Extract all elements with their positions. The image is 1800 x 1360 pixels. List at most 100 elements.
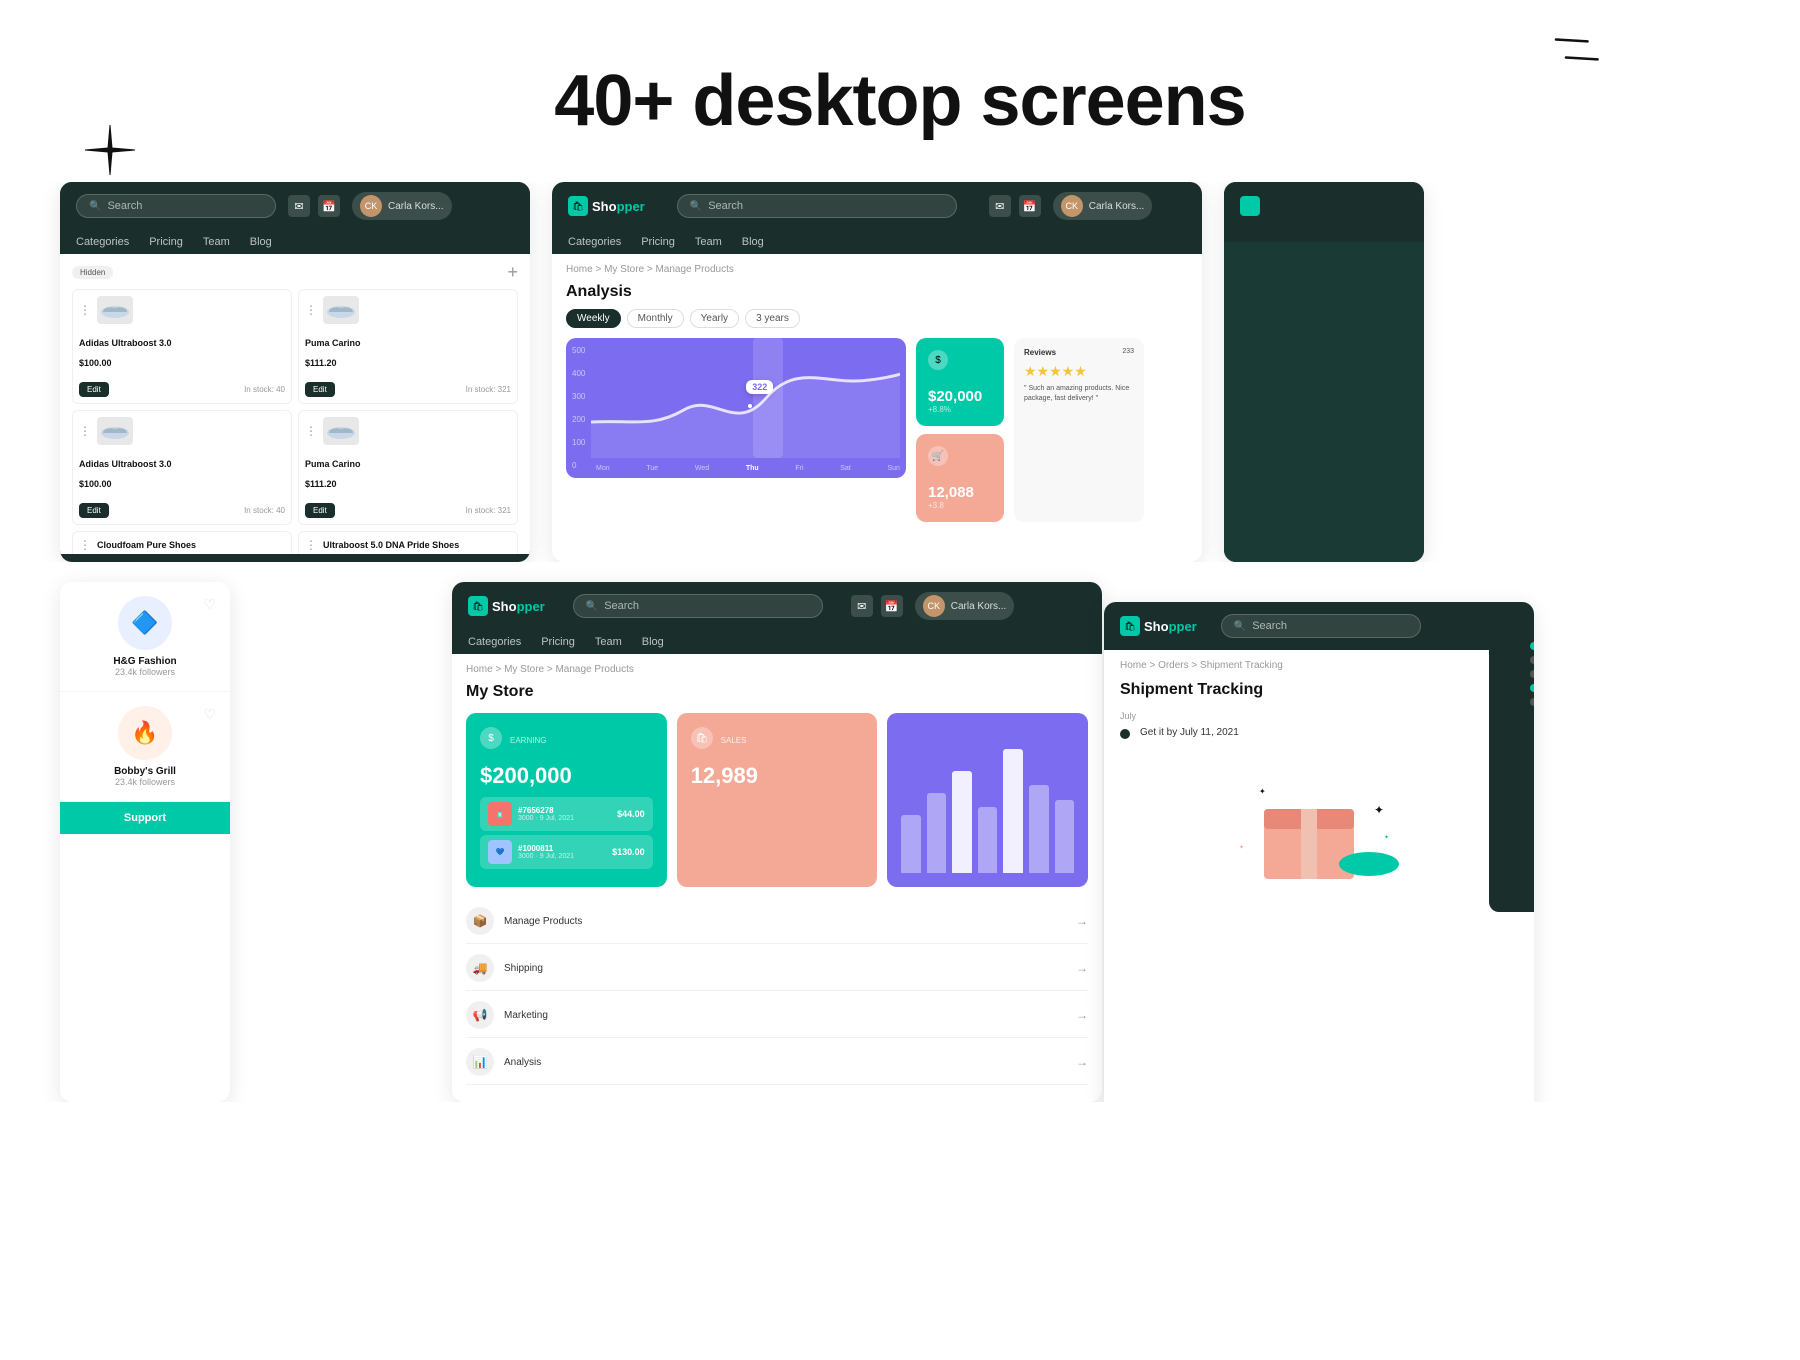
store-link-shipping[interactable]: 🚚 Shipping → xyxy=(466,946,1088,991)
earning-card: $ EARNING $200,000 🧴 #7656278 3000 · 9 J… xyxy=(466,713,667,887)
nav-categories-m[interactable]: Categories xyxy=(568,236,621,248)
product-top-actions: Hidden + xyxy=(72,262,518,283)
dot-menu-1[interactable]: ⋮ xyxy=(79,303,91,317)
day-sat: Sat xyxy=(840,465,851,472)
tab-monthly[interactable]: Monthly xyxy=(627,309,684,328)
nav-blog-m[interactable]: Blog xyxy=(742,236,764,248)
review-card: Reviews 233 ★★★★★ " Such an amazing prod… xyxy=(1014,338,1144,522)
shipment-content: Home > Orders > Shipment Tracking Shipme… xyxy=(1104,650,1534,909)
top-screens-container: 🔍 Search ✉ 📅 CK Carla Kors... Categories… xyxy=(0,182,1800,562)
social-name-hg: H&G Fashion xyxy=(113,656,176,667)
dot-menu-2[interactable]: ⋮ xyxy=(305,303,317,317)
chart-area: 500 400 300 200 100 0 322 xyxy=(566,338,906,478)
nav-blog[interactable]: Blog xyxy=(250,236,272,248)
product-name-6: Ultraboost 5.0 DNA Pride Shoes xyxy=(323,540,459,550)
store-link-analysis[interactable]: 📊 Analysis → xyxy=(466,1040,1088,1085)
nav-icons-middle: ✉ 📅 xyxy=(989,195,1041,217)
dm-dot-2 xyxy=(1530,656,1534,664)
tab-yearly[interactable]: Yearly xyxy=(690,309,739,328)
sales-value: 12,989 xyxy=(691,763,864,789)
support-button[interactable]: Support xyxy=(60,802,230,834)
edit-btn-3[interactable]: Edit xyxy=(79,503,109,518)
order-item-2: 💙 #1000811 3000 · 9 Jul, 2021 $130.00 xyxy=(480,835,653,869)
review-stars: ★★★★★ xyxy=(1024,363,1134,380)
order-info-2: #1000811 3000 · 9 Jul, 2021 xyxy=(518,844,606,860)
edit-btn-1[interactable]: Edit xyxy=(79,382,109,397)
product-item-4: ⋮ Puma Carino $111.20 Edit In stock: 321 xyxy=(298,410,518,525)
nav-team-ms[interactable]: Team xyxy=(595,636,622,648)
nav-team[interactable]: Team xyxy=(203,236,230,248)
search-icon-middle: 🔍 xyxy=(690,201,702,212)
tab-weekly[interactable]: Weekly xyxy=(566,309,621,328)
dm-dot-5 xyxy=(1530,698,1534,706)
product-img-1 xyxy=(97,296,133,324)
heart-icon-1[interactable]: ♡ xyxy=(203,596,216,613)
heart-icon-2[interactable]: ♡ xyxy=(203,706,216,723)
link-icon-shipping: 🚚 xyxy=(466,954,494,982)
store-link-products[interactable]: 📦 Manage Products → xyxy=(466,899,1088,944)
earning-label: EARNING xyxy=(510,736,546,745)
nav-pricing-ms[interactable]: Pricing xyxy=(541,636,575,648)
logo-text-mystore: Shopper xyxy=(492,599,545,614)
link-label-analysis: Analysis xyxy=(504,1057,1066,1068)
search-box-shipment[interactable]: 🔍 Search xyxy=(1221,614,1421,638)
user-avatar-middle[interactable]: CK Carla Kors... xyxy=(1053,192,1153,220)
edit-btn-4[interactable]: Edit xyxy=(305,503,335,518)
store-cards-row: $ EARNING $200,000 🧴 #7656278 3000 · 9 J… xyxy=(466,713,1088,887)
add-product-btn[interactable]: + xyxy=(507,262,518,283)
bar-2 xyxy=(927,793,947,873)
earning-icon: $ xyxy=(480,727,502,749)
social-name-bobby: Bobby's Grill xyxy=(114,766,176,777)
nav-team-m[interactable]: Team xyxy=(695,236,722,248)
day-sun: Sun xyxy=(887,465,899,472)
social-item-bobby: ♡ 🔥 Bobby's Grill 23.4k followers xyxy=(60,692,230,802)
user-avatar-left[interactable]: CK Carla Kors... xyxy=(352,192,452,220)
store-link-marketing[interactable]: 📢 Marketing → xyxy=(466,993,1088,1038)
chart-svg xyxy=(591,338,900,458)
search-icon-mystore: 🔍 xyxy=(586,601,598,612)
nav-pricing-m[interactable]: Pricing xyxy=(641,236,675,248)
logo-shipment: 🛍 Shopper xyxy=(1120,616,1197,636)
dot-menu-5[interactable]: ⋮ xyxy=(79,538,91,552)
avatar-name-m: Carla Kors... xyxy=(1089,201,1145,212)
mail-icon[interactable]: ✉ xyxy=(288,195,310,217)
hidden-badge[interactable]: Hidden xyxy=(72,266,113,279)
nav-categories-ms[interactable]: Categories xyxy=(468,636,521,648)
nav-links-right xyxy=(1224,230,1424,242)
link-icon-analysis: 📊 xyxy=(466,1048,494,1076)
nav-categories[interactable]: Categories xyxy=(76,236,129,248)
mail-icon-m[interactable]: ✉ xyxy=(989,195,1011,217)
search-box-middle[interactable]: 🔍 Search xyxy=(677,194,957,218)
search-box-mystore[interactable]: 🔍 Search xyxy=(573,594,823,618)
mail-icon-ms[interactable]: ✉ xyxy=(851,595,873,617)
user-avatar-mystore[interactable]: CK Carla Kors... xyxy=(915,592,1015,620)
nav-bar-right xyxy=(1224,182,1424,230)
calendar-icon[interactable]: 📅 xyxy=(318,195,340,217)
bar-1 xyxy=(901,815,921,873)
product-img-3 xyxy=(97,417,133,445)
product-img-2 xyxy=(323,296,359,324)
nav-pricing[interactable]: Pricing xyxy=(149,236,183,248)
tab-3years[interactable]: 3 years xyxy=(745,309,800,328)
nav-bar-left: 🔍 Search ✉ 📅 CK Carla Kors... xyxy=(60,182,530,230)
product-name-4: Puma Carino xyxy=(305,459,361,469)
social-item-hg: ♡ 🔷 H&G Fashion 23.4k followers xyxy=(60,582,230,692)
dot-menu-3[interactable]: ⋮ xyxy=(79,424,91,438)
shipment-illustration: ✦ ✦ ✦ ✦ xyxy=(1120,759,1518,899)
order-info-1: #7656278 3000 · 9 Jul, 2021 xyxy=(518,806,611,822)
nav-links-left: Categories Pricing Team Blog xyxy=(60,230,530,254)
edit-btn-2[interactable]: Edit xyxy=(305,382,335,397)
search-box-left[interactable]: 🔍 Search xyxy=(76,194,276,218)
product-item-2: ⋮ Puma Carino $111.20 Edit In stock: 321 xyxy=(298,289,518,404)
product-stock-4: In stock: 321 xyxy=(466,506,511,515)
dot-menu-4[interactable]: ⋮ xyxy=(305,424,317,438)
calendar-icon-m[interactable]: 📅 xyxy=(1019,195,1041,217)
product-name-2: Puma Carino xyxy=(305,338,361,348)
breadcrumb-shipment: Home > Orders > Shipment Tracking xyxy=(1120,660,1518,671)
avatar-img: CK xyxy=(360,195,382,217)
nav-blog-ms[interactable]: Blog xyxy=(642,636,664,648)
dot-menu-6[interactable]: ⋮ xyxy=(305,538,317,552)
order-item-1: 🧴 #7656278 3000 · 9 Jul, 2021 $44.00 xyxy=(480,797,653,831)
link-label-shipping: Shipping xyxy=(504,963,1066,974)
calendar-icon-ms[interactable]: 📅 xyxy=(881,595,903,617)
